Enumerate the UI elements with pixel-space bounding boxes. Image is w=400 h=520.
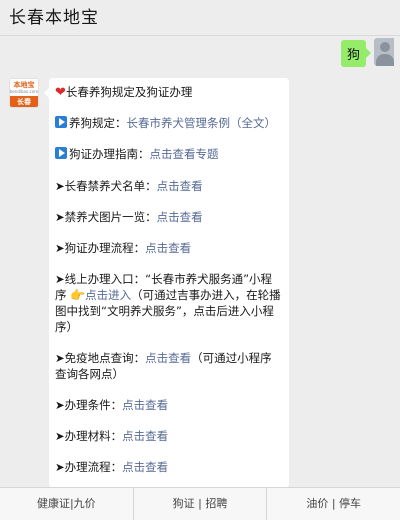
- pointing-hand-icon: 👉: [70, 288, 86, 302]
- flow-line: ➤办理流程：点击查看: [55, 460, 169, 474]
- menu-item-health[interactable]: 健康证|九价: [0, 488, 134, 520]
- guide-link[interactable]: 点击查看专题: [150, 147, 219, 161]
- heart-icon: ❤: [55, 85, 66, 100]
- user-avatar[interactable]: [374, 38, 394, 66]
- vaccine-line: ➤免疫地点查询：点击查看（可通过小程序查询各网点）: [55, 351, 272, 381]
- conditions-line: ➤办理条件：点击查看: [55, 398, 169, 412]
- bot-logo-city: 长春: [10, 96, 38, 107]
- online-entry-line: ➤线上办理入口：“长春市养犬服务通”小程序 👉点击进入（可通过吉事办进入，在轮播…: [55, 272, 281, 334]
- banned-list-link[interactable]: 点击查看: [157, 179, 203, 193]
- menu-item-fuel-parking[interactable]: 油价 | 停车: [267, 488, 400, 520]
- rules-line: 养狗规定：长春市养犬管理条例（全文）: [55, 115, 283, 131]
- bot-avatar[interactable]: 本地宝 bendibao.com 长春: [9, 78, 39, 108]
- reply-message-bubble: ❤长春养狗规定及狗证办理 养狗规定：长春市养犬管理条例（全文） 狗证办理指南：点…: [44, 78, 289, 488]
- sent-message-row: 狗: [340, 38, 394, 67]
- sent-message-bubble[interactable]: 狗: [340, 40, 372, 67]
- bottom-menu: 健康证|九价 狗证 | 招聘 油价 | 停车: [0, 487, 400, 520]
- chat-header: 长春本地宝: [0, 0, 400, 36]
- bot-logo-domain: bendibao.com: [9, 89, 39, 94]
- message-intro: ❤长春养狗规定及狗证办理: [55, 85, 193, 100]
- process-line: ➤狗证办理流程：点击查看: [55, 241, 192, 255]
- play-icon: [55, 147, 67, 159]
- banned-list-line: ➤长春禁养犬名单：点击查看: [55, 179, 203, 193]
- materials-link[interactable]: 点击查看: [122, 429, 168, 443]
- menu-item-dog-license[interactable]: 狗证 | 招聘: [134, 488, 268, 520]
- banned-pics-line: ➤禁养犬图片一览：点击查看: [55, 210, 203, 224]
- process-link[interactable]: 点击查看: [145, 241, 191, 255]
- rules-link[interactable]: 长春市养犬管理条例（全文）: [127, 116, 277, 130]
- conditions-link[interactable]: 点击查看: [122, 398, 168, 412]
- play-icon: [55, 116, 67, 128]
- banned-pics-link[interactable]: 点击查看: [157, 210, 203, 224]
- bot-logo-text: 本地宝: [13, 81, 35, 89]
- guide-line: 狗证办理指南：点击查看专题: [55, 146, 283, 162]
- online-entry-link[interactable]: 点击进入: [85, 288, 131, 302]
- materials-line: ➤办理材料：点击查看: [55, 429, 169, 443]
- vaccine-link[interactable]: 点击查看: [145, 351, 191, 365]
- chat-title: 长春本地宝: [9, 8, 99, 28]
- flow-link[interactable]: 点击查看: [122, 460, 168, 474]
